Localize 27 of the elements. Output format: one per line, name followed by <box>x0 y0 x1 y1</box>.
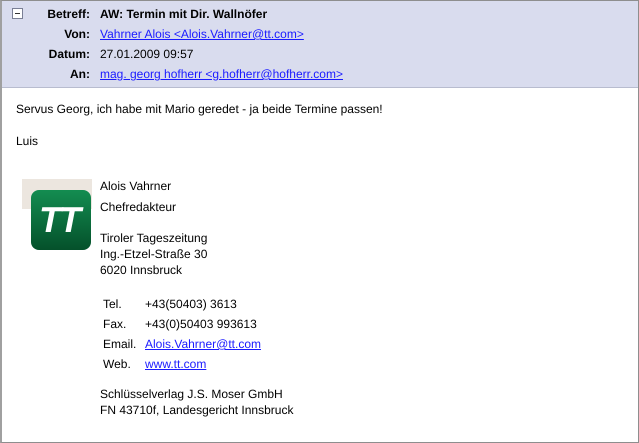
message-text: Servus Georg, ich habe mit Mario geredet - ja beide Termine passen! <box>16 102 384 116</box>
signature-text: Alois Vahrner <box>100 178 172 195</box>
logo-icon: TT <box>31 190 91 250</box>
company-text: Schlüsselverlag J.S. Moser GmbH <box>100 386 284 402</box>
contact-value: +43(0)50403 993613 <box>145 316 257 333</box>
signature-text: Chefredakteur <box>100 199 178 216</box>
field-label: Von: <box>63 26 90 43</box>
collapse-toggle[interactable] <box>12 8 23 19</box>
address-link[interactable]: mag. georg hofherr <g.hofherr@hofherr.com> <box>100 64 343 84</box>
company-text: FN 43710f, Landesgericht Innsbruck <box>100 402 294 418</box>
subject-text: AW: Termin mit Dir. Wallnöfer <box>100 6 268 23</box>
address-text: Tiroler Tageszeitung <box>100 230 208 246</box>
address-link[interactable]: Vahrner Alois <Alois.Vahrner@tt.com> <box>100 24 304 44</box>
contact-label: Email. <box>103 336 138 353</box>
contact-value: +43(50403) 3613 <box>145 296 237 313</box>
field-label: Datum: <box>48 46 90 63</box>
contact-link[interactable]: Alois.Vahrner@tt.com <box>145 334 261 354</box>
contact-link[interactable]: www.tt.com <box>145 354 206 374</box>
contact-label: Web. <box>103 356 132 373</box>
contact-label: Fax. <box>103 316 128 333</box>
contact-label: Tel. <box>103 296 123 313</box>
message-text: Luis <box>16 134 40 148</box>
field-label: An: <box>69 66 90 83</box>
address-text: Ing.-Etzel-Straße 30 <box>100 246 208 262</box>
address-text: 6020 Innsbruck <box>100 262 184 278</box>
date-text: 27.01.2009 09:57 <box>100 46 194 63</box>
field-label: Betreff: <box>46 6 90 23</box>
